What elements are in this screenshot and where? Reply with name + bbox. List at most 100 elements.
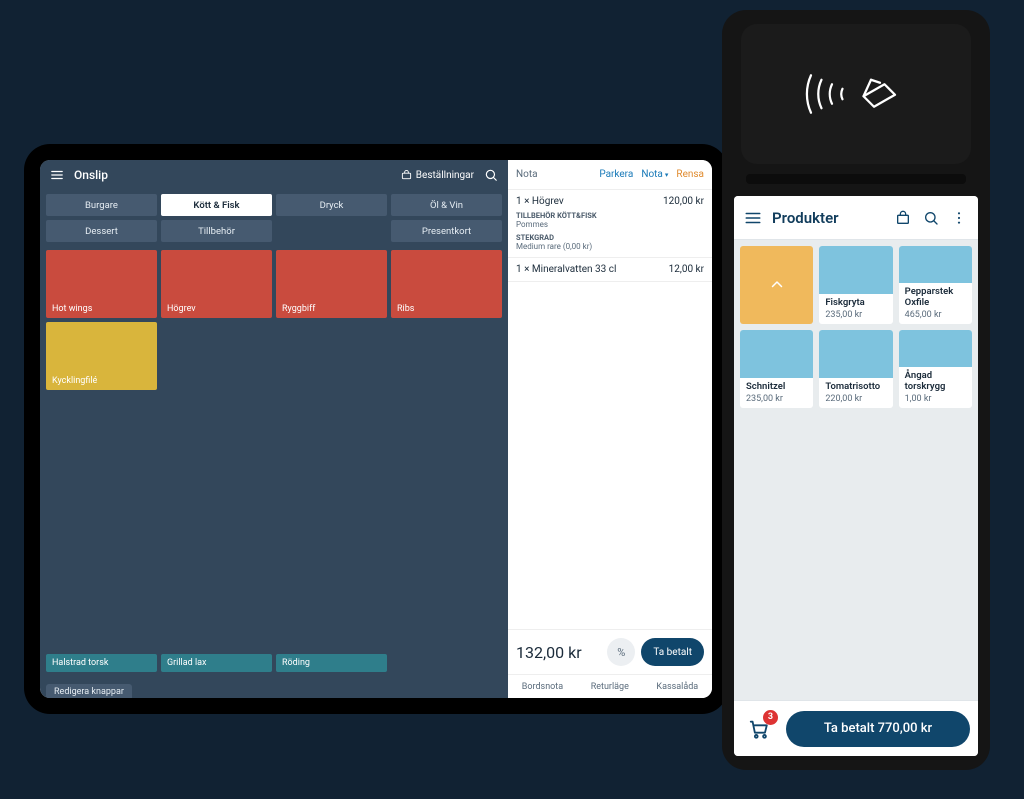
product-name: Kycklingfilé	[52, 376, 97, 386]
order-footer-action[interactable]: Bordsnota	[522, 682, 563, 692]
terminal-product-tile[interactable]: Tomatrisotto220,00 kr	[819, 330, 892, 408]
handheld-terminal: Produkter Fiskgryta235,00 krPepparstek O…	[722, 10, 990, 770]
terminal-product-tile[interactable]: Ångad torskrygg1,00 kr	[899, 330, 972, 408]
terminal-product-name: Pepparstek Oxfile	[905, 287, 966, 309]
empty-tile	[276, 394, 387, 600]
edit-buttons-button[interactable]: Redigera knappar	[46, 684, 132, 698]
orders-link-label: Beställningar	[416, 170, 474, 181]
product-tile[interactable]: Röding	[276, 654, 387, 672]
search-icon[interactable]	[922, 209, 940, 227]
tablet-device: Onslip Beställningar BurgareKött & FiskD…	[24, 144, 728, 714]
product-tile[interactable]: Halstrad torsk	[46, 654, 157, 672]
category-tab[interactable]: Dessert	[46, 220, 157, 242]
cart-button[interactable]: 3	[742, 712, 776, 746]
order-line-name: 1 × Högrev	[516, 196, 564, 207]
printer-slot	[746, 174, 966, 184]
tile-swatch	[819, 330, 892, 378]
terminal-screen: Produkter Fiskgryta235,00 krPepparstek O…	[734, 196, 978, 756]
product-grid: Hot wings Högrev Ryggbiff Ribs Kycklingfilé H…	[46, 250, 502, 672]
modifier-value: Pommes	[516, 220, 704, 229]
order-line[interactable]: 1 × Högrev 120,00 kr TILLBEHÖR KÖTT&FISKPo…	[508, 190, 712, 258]
tile-swatch	[819, 246, 892, 294]
terminal-product-name: Tomatrisotto	[825, 382, 886, 393]
order-footer-action[interactable]: Kassalåda	[656, 682, 698, 692]
terminal-product-tile[interactable]: Fiskgryta235,00 kr	[819, 246, 892, 324]
app-title: Onslip	[74, 168, 108, 182]
nota-action-label: Nota	[641, 169, 663, 180]
terminal-pay-button[interactable]: Ta betalt 770,00 kr	[786, 711, 970, 747]
terminal-product-grid: Fiskgryta235,00 krPepparstek Oxfile465,0…	[740, 246, 972, 408]
empty-tile	[391, 604, 502, 672]
nota-action[interactable]: Nota▾	[641, 169, 668, 180]
category-tab[interactable]: Öl & Vin	[391, 194, 502, 216]
category-tab[interactable]: Tillbehör	[161, 220, 272, 242]
terminal-product-name: Fiskgryta	[825, 298, 886, 309]
terminal-product-name: Ångad torskrygg	[905, 371, 966, 393]
category-tab[interactable]: Kött & Fisk	[161, 194, 272, 216]
search-icon[interactable]	[484, 168, 498, 182]
order-header: Nota Parkera Nota▾ Rensa	[508, 160, 712, 190]
product-name: Högrev	[167, 304, 196, 314]
empty-tile	[391, 394, 502, 600]
order-footer-action[interactable]: Returläge	[591, 682, 629, 692]
category-tab[interactable]: Presentkort	[391, 220, 502, 242]
app-header: Onslip Beställningar	[40, 160, 508, 190]
terminal-bottom-bar: 3 Ta betalt 770,00 kr	[734, 700, 978, 756]
product-name: Grillad lax	[167, 658, 207, 668]
terminal-product-price: 1,00 kr	[905, 394, 966, 404]
pos-app: Onslip Beställningar BurgareKött & FiskD…	[40, 160, 712, 698]
terminal-product-tile[interactable]: Schnitzel235,00 kr	[740, 330, 813, 408]
terminal-product-price: 235,00 kr	[825, 310, 886, 320]
cart-badge: 3	[763, 710, 778, 725]
terminal-product-name: Schnitzel	[746, 382, 807, 393]
more-icon[interactable]	[950, 209, 968, 227]
menu-icon[interactable]	[744, 209, 762, 227]
tile-swatch	[899, 246, 972, 283]
modifier-value: Medium rare (0,00 kr)	[516, 242, 704, 251]
order-line[interactable]: 1 × Mineralvatten 33 cl12,00 kr	[508, 258, 712, 282]
product-grid-wrap: Hot wings Högrev Ryggbiff Ribs Kycklingfilé H…	[40, 246, 508, 676]
order-line-price: 12,00 kr	[669, 264, 704, 275]
order-total-bar: 132,00 kr % Ta betalt	[508, 629, 712, 674]
order-line-price: 120,00 kr	[663, 196, 704, 207]
modifier-header: STEKGRAD	[516, 233, 704, 242]
empty-tile	[391, 322, 502, 390]
product-name: Ryggbiff	[282, 304, 315, 314]
order-total: 132,00 kr	[516, 643, 601, 662]
category-tab[interactable]: Dryck	[276, 194, 387, 216]
product-tile[interactable]: Ribs	[391, 250, 502, 318]
empty-tile	[46, 394, 157, 600]
product-pane: Onslip Beställningar BurgareKött & FiskD…	[40, 160, 508, 698]
clear-action[interactable]: Rensa	[676, 169, 704, 180]
category-tab[interactable]: Burgare	[46, 194, 157, 216]
orders-link[interactable]: Beställningar	[401, 170, 474, 181]
product-tile[interactable]: Kycklingfilé	[46, 322, 157, 390]
pay-button[interactable]: Ta betalt	[641, 638, 704, 666]
terminal-product-tile[interactable]: Pepparstek Oxfile465,00 kr	[899, 246, 972, 324]
empty-tile	[161, 322, 272, 390]
empty-tile	[161, 394, 272, 600]
product-tile[interactable]: Hot wings	[46, 250, 157, 318]
bag-icon[interactable]	[894, 209, 912, 227]
back-tile[interactable]	[740, 246, 813, 324]
product-tile[interactable]: Ryggbiff	[276, 250, 387, 318]
terminal-product-price: 235,00 kr	[746, 394, 807, 404]
modifier-header: TILLBEHÖR KÖTT&FISK	[516, 211, 704, 220]
order-lines: 1 × Högrev 120,00 kr TILLBEHÖR KÖTT&FISKPo…	[508, 190, 712, 629]
tile-swatch	[740, 246, 813, 324]
edit-bar: Redigera knappar	[40, 676, 508, 698]
product-tile[interactable]: Grillad lax	[161, 654, 272, 672]
terminal-product-grid-wrap: Fiskgryta235,00 krPepparstek Oxfile465,0…	[734, 240, 978, 700]
menu-icon[interactable]	[50, 168, 64, 182]
empty-tile	[276, 322, 387, 390]
contactless-icon	[796, 59, 916, 129]
product-name: Halstrad torsk	[52, 658, 108, 668]
tile-swatch	[899, 330, 972, 367]
terminal-product-price: 465,00 kr	[905, 310, 966, 320]
order-title: Nota	[516, 169, 538, 180]
discount-button[interactable]: %	[607, 638, 635, 666]
park-action[interactable]: Parkera	[599, 169, 633, 180]
product-tile[interactable]: Högrev	[161, 250, 272, 318]
product-name: Ribs	[397, 304, 414, 314]
terminal-product-price: 220,00 kr	[825, 394, 886, 404]
